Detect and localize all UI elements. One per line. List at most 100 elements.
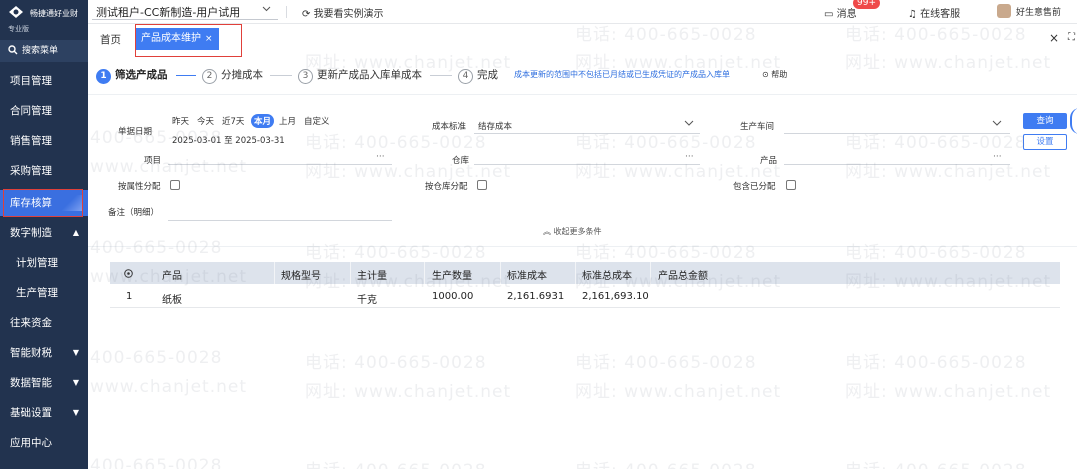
col-amount[interactable]: 产品总金额 [658,267,708,282]
step-label: 更新产成品入库单成本 [317,69,422,81]
sidebar-item-funds[interactable]: 往来资金 [0,310,88,336]
sidebar-item-label: 数字制造 [10,227,52,239]
fullscreen-icon[interactable]: ⛶ [1068,32,1075,43]
workshop-label: 生产车间 [740,122,775,132]
sidebar-item-project[interactable]: 项目管理 [0,68,88,94]
sidebar-item-sales[interactable]: 销售管理 [0,128,88,154]
sidebar: 畅捷通好业财 专业版 搜索菜单 项目管理 合同管理 销售管理 采购管理 库存核算… [0,0,88,469]
sidebar-item-label: 数据智能 [10,377,52,389]
col-std-total[interactable]: 标准总成本 [582,267,632,282]
tenant-underline [92,19,278,20]
sidebar-item-purchase[interactable]: 采购管理 [0,158,88,184]
col-spec[interactable]: 规格型号 [281,267,321,282]
cell-qty: 1000.00 [432,291,474,302]
col-qty[interactable]: 生产数量 [432,267,472,282]
product-input[interactable] [784,164,1010,165]
by-warehouse-label: 按仓库分配 [425,182,468,192]
menu-search[interactable]: 搜索菜单 [0,40,88,62]
col-std-cost[interactable]: 标准成本 [507,267,547,282]
cell-product: 纸板 [162,295,182,306]
date-label: 单据日期 [118,127,153,137]
date-chip-last-month[interactable]: 上月 [279,115,296,127]
sidebar-item-label: 应用中心 [10,437,52,449]
messages-button[interactable]: ▭ 消息 [824,5,857,20]
sidebar-item-label: 合同管理 [10,105,52,117]
workshop-select[interactable] [784,133,1010,134]
query-button[interactable]: 查询 [1023,113,1067,129]
sidebar-item-digital-manufacturing[interactable]: 数字制造 ▲ [0,220,88,246]
caret-down-icon: ▼ [72,408,79,417]
col-unit[interactable]: 主计量 [357,267,387,282]
divider [286,6,287,18]
date-chip-this-month[interactable]: 本月 [251,114,275,128]
step-connector [176,75,196,76]
chevron-down-icon[interactable] [992,118,1002,128]
sidebar-item-data-intelligence[interactable]: 数据智能 ▼ [0,370,88,396]
help-link[interactable]: ⊙ 帮助 [762,69,787,80]
date-chip-yesterday[interactable]: 昨天 [172,115,189,127]
messages-label: 消息 [836,9,857,20]
product-picker-ellipsis[interactable]: ··· [993,152,1002,162]
sidebar-item-plan[interactable]: 计划管理 [0,250,88,276]
project-picker-ellipsis[interactable]: ··· [376,152,385,162]
step-label: 完成 [477,69,498,81]
highlight-box [3,189,83,217]
brand-logo[interactable]: 畅捷通好业财 专业版 [0,0,88,38]
column-settings-icon[interactable] [123,268,134,279]
sidebar-item-finance-tax[interactable]: 智能财税 ▼ [0,340,88,366]
step-note: 成本更新的范围中不包括已月结或已生成凭证的产成品入库单 [514,70,730,79]
sidebar-item-label: 计划管理 [16,257,58,269]
column-divider [650,262,651,284]
warehouse-picker-ellipsis[interactable]: ··· [685,152,694,162]
step-connector [430,75,452,76]
sidebar-item-basic-settings[interactable]: 基础设置 ▼ [0,400,88,426]
step-3[interactable]: 3 更新产成品入库单成本 [298,67,422,84]
step-1[interactable]: 1 筛选产成品 [96,67,168,84]
project-input[interactable] [168,164,392,165]
warehouse-label: 仓库 [452,156,470,166]
sidebar-item-production[interactable]: 生产管理 [0,280,88,306]
tenant-selector[interactable]: 测试租户-CC新制造-用户试用 [96,4,240,20]
warehouse-input[interactable] [474,164,700,165]
sidebar-item-contract[interactable]: 合同管理 [0,98,88,124]
settings-button[interactable]: 设置 [1023,134,1067,150]
step-4[interactable]: 4 完成 [458,67,498,84]
column-divider [424,262,425,284]
chevron-down-icon[interactable] [262,4,271,13]
include-allocated-label: 包含已分配 [733,182,776,192]
cost-std-label: 成本标准 [432,122,467,132]
demo-link[interactable]: ⟳ 我要看实例演示 [302,5,384,20]
date-range-value[interactable]: 2025-03-01 至 2025-03-31 [172,134,285,146]
sidebar-item-app-center[interactable]: 应用中心 [0,430,88,456]
message-icon: ▭ [824,9,837,20]
table-header: 产品 规格型号 主计量 生产数量 标准成本 标准总成本 产品总金额 [110,262,1060,284]
date-chip-today[interactable]: 今天 [197,115,214,127]
by-warehouse-checkbox[interactable] [477,180,487,190]
step-indicator: 1 筛选产成品 2 分摊成本 3 更新产成品入库单成本 4 完成 成本更新的范围中不包括… [88,53,1077,95]
date-chip-7days[interactable]: 近7天 [222,115,244,127]
by-attr-checkbox[interactable] [170,180,180,190]
col-product[interactable]: 产品 [162,267,182,282]
avatar[interactable] [997,4,1011,18]
sidebar-item-label: 智能财税 [10,347,52,359]
service-label: 在线客服 [920,9,961,20]
remark-input[interactable] [168,220,392,221]
user-name[interactable]: 好生意售前 [1016,5,1061,18]
date-chip-custom[interactable]: 自定义 [304,115,330,127]
chevron-down-icon[interactable] [684,118,694,128]
tab-home[interactable]: 首页 [100,32,121,47]
include-allocated-checkbox[interactable] [786,180,796,190]
help-label: 帮助 [771,70,788,79]
caret-down-icon: ▼ [72,348,79,357]
column-divider [274,262,275,284]
step-number: 3 [298,69,313,84]
filter-form: 单据日期 昨天 今天 近7天 本月 上月 自定义 2025-03-01 至 20… [88,96,1077,247]
collapse-conditions-toggle[interactable]: ︽ 收起更多条件 [543,226,602,237]
column-divider [500,262,501,284]
close-all-tabs-icon[interactable]: × [1049,31,1059,45]
table-row[interactable]: 1 纸板 千克 1000.00 2,161.6931 2,161,693.10 [110,286,1060,308]
online-service-button[interactable]: ♫ 在线客服 [908,5,960,20]
cost-std-select[interactable]: 结存成本 [478,120,512,132]
cell-std-cost: 2,161.6931 [507,291,565,302]
step-2[interactable]: 2 分摊成本 [202,67,263,84]
